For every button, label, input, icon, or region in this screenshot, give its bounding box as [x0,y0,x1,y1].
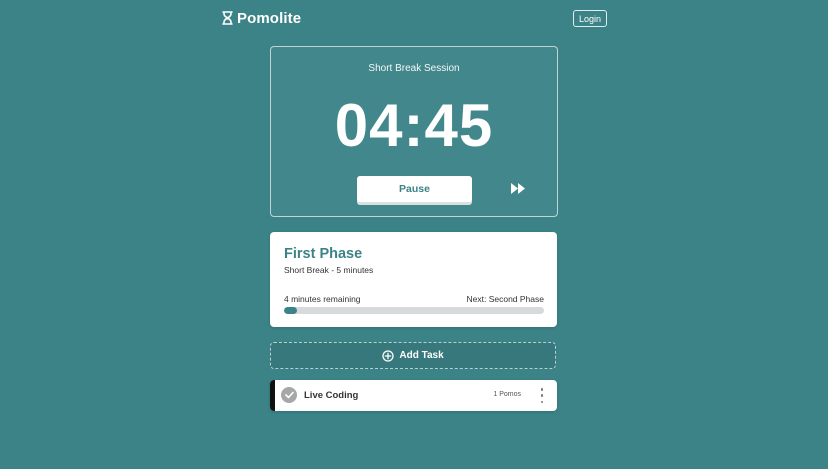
login-button[interactable]: Login [573,10,607,27]
time-remaining-label: 4 minutes remaining [284,294,361,304]
app-logo[interactable]: Pomolite [222,8,301,28]
add-task-label: Add Task [399,350,444,361]
task-title: Live Coding [304,390,359,401]
plus-circle-icon [382,349,395,362]
add-task-button[interactable]: Add Task [270,342,556,369]
timer-card: Short Break Session 04:45 Pause [270,46,558,217]
fast-forward-icon [511,182,525,197]
more-vertical-icon[interactable] [538,388,546,403]
session-label: Short Break Session [368,63,460,74]
check-circle-icon [284,386,294,404]
app-header: Pomolite Login [222,8,607,28]
task-complete-toggle[interactable] [281,387,297,403]
phase-subtitle: Short Break - 5 minutes [284,265,374,275]
skip-button[interactable] [510,182,526,196]
hourglass-icon [222,11,233,25]
next-phase-label: Next: Second Phase [466,294,545,304]
task-item[interactable]: Live Coding 1 Pomos [270,380,557,411]
task-pomo-count: 1 Pomos [493,391,521,398]
task-active-marker [270,380,275,411]
timer-display: 04:45 [334,92,494,159]
phase-progress-fill [284,307,297,314]
phase-card: First Phase Short Break - 5 minutes 4 mi… [270,232,557,327]
phase-title: First Phase [284,246,363,262]
app-name: Pomolite [237,9,302,27]
pause-button[interactable]: Pause [357,176,472,202]
phase-progress-bar [284,307,544,314]
